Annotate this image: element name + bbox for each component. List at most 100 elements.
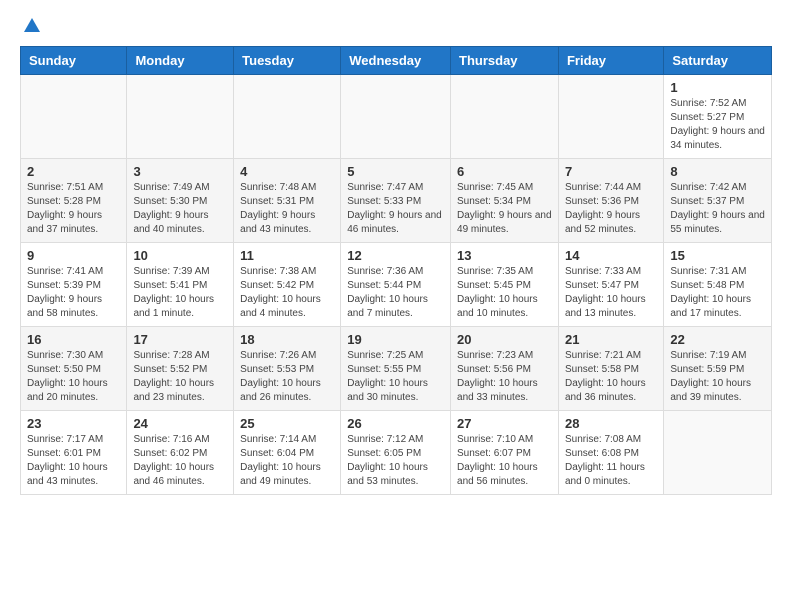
day-number: 11 [240, 248, 334, 263]
calendar-week-0: 1 Sunrise: 7:52 AM Sunset: 5:27 PM Daylig… [21, 75, 772, 159]
calendar-cell: 12 Sunrise: 7:36 AM Sunset: 5:44 PM Dayli… [341, 243, 451, 327]
day-info: Sunrise: 7:39 AM Sunset: 5:41 PM Dayligh… [133, 265, 227, 321]
calendar-cell: 5 Sunrise: 7:47 AM Sunset: 5:33 PM Daylig… [341, 159, 451, 243]
day-info: Sunrise: 7:35 AM Sunset: 5:45 PM Dayligh… [457, 265, 552, 321]
day-number: 22 [670, 332, 765, 347]
day-number: 4 [240, 164, 334, 179]
day-info: Sunrise: 7:25 AM Sunset: 5:55 PM Dayligh… [347, 349, 444, 405]
col-header-thursday: Thursday [451, 47, 559, 75]
day-number: 24 [133, 416, 227, 431]
col-header-tuesday: Tuesday [234, 47, 341, 75]
day-info: Sunrise: 7:52 AM Sunset: 5:27 PM Dayligh… [670, 97, 765, 153]
day-number: 18 [240, 332, 334, 347]
day-info: Sunrise: 7:49 AM Sunset: 5:30 PM Dayligh… [133, 181, 227, 237]
calendar-week-4: 23 Sunrise: 7:17 AM Sunset: 6:01 PM Dayli… [21, 411, 772, 495]
day-number: 9 [27, 248, 120, 263]
calendar-cell: 24 Sunrise: 7:16 AM Sunset: 6:02 PM Dayli… [127, 411, 234, 495]
day-number: 26 [347, 416, 444, 431]
calendar-cell [21, 75, 127, 159]
calendar-cell: 26 Sunrise: 7:12 AM Sunset: 6:05 PM Dayli… [341, 411, 451, 495]
calendar-cell: 27 Sunrise: 7:10 AM Sunset: 6:07 PM Dayli… [451, 411, 559, 495]
calendar-cell: 7 Sunrise: 7:44 AM Sunset: 5:36 PM Daylig… [558, 159, 663, 243]
calendar-cell [664, 411, 772, 495]
calendar-cell: 13 Sunrise: 7:35 AM Sunset: 5:45 PM Dayli… [451, 243, 559, 327]
day-number: 14 [565, 248, 657, 263]
day-info: Sunrise: 7:23 AM Sunset: 5:56 PM Dayligh… [457, 349, 552, 405]
calendar-cell: 11 Sunrise: 7:38 AM Sunset: 5:42 PM Dayli… [234, 243, 341, 327]
day-number: 28 [565, 416, 657, 431]
calendar-cell: 21 Sunrise: 7:21 AM Sunset: 5:58 PM Dayli… [558, 327, 663, 411]
day-info: Sunrise: 7:26 AM Sunset: 5:53 PM Dayligh… [240, 349, 334, 405]
day-info: Sunrise: 7:14 AM Sunset: 6:04 PM Dayligh… [240, 433, 334, 489]
day-info: Sunrise: 7:12 AM Sunset: 6:05 PM Dayligh… [347, 433, 444, 489]
day-info: Sunrise: 7:30 AM Sunset: 5:50 PM Dayligh… [27, 349, 120, 405]
calendar-header-row: SundayMondayTuesdayWednesdayThursdayFrid… [21, 47, 772, 75]
calendar-cell: 9 Sunrise: 7:41 AM Sunset: 5:39 PM Daylig… [21, 243, 127, 327]
day-number: 16 [27, 332, 120, 347]
day-number: 25 [240, 416, 334, 431]
logo [20, 18, 42, 36]
calendar-wrapper: SundayMondayTuesdayWednesdayThursdayFrid… [0, 46, 792, 505]
day-number: 10 [133, 248, 227, 263]
page-header [0, 0, 792, 46]
day-number: 7 [565, 164, 657, 179]
day-number: 12 [347, 248, 444, 263]
day-info: Sunrise: 7:17 AM Sunset: 6:01 PM Dayligh… [27, 433, 120, 489]
calendar-cell: 6Sunrise: 7:45 AM Sunset: 5:34 PM Daylig… [451, 159, 559, 243]
calendar-cell: 28 Sunrise: 7:08 AM Sunset: 6:08 PM Dayli… [558, 411, 663, 495]
col-header-sunday: Sunday [21, 47, 127, 75]
calendar-cell: 25 Sunrise: 7:14 AM Sunset: 6:04 PM Dayli… [234, 411, 341, 495]
day-info: Sunrise: 7:10 AM Sunset: 6:07 PM Dayligh… [457, 433, 552, 489]
calendar-cell: 8 Sunrise: 7:42 AM Sunset: 5:37 PM Daylig… [664, 159, 772, 243]
calendar-cell [234, 75, 341, 159]
day-info: Sunrise: 7:16 AM Sunset: 6:02 PM Dayligh… [133, 433, 227, 489]
day-info: Sunrise: 7:08 AM Sunset: 6:08 PM Dayligh… [565, 433, 657, 489]
calendar-cell: 3 Sunrise: 7:49 AM Sunset: 5:30 PM Daylig… [127, 159, 234, 243]
day-info: Sunrise: 7:36 AM Sunset: 5:44 PM Dayligh… [347, 265, 444, 321]
calendar-cell: 23 Sunrise: 7:17 AM Sunset: 6:01 PM Dayli… [21, 411, 127, 495]
calendar-cell: 22 Sunrise: 7:19 AM Sunset: 5:59 PM Dayli… [664, 327, 772, 411]
day-number: 2 [27, 164, 120, 179]
calendar-week-2: 9 Sunrise: 7:41 AM Sunset: 5:39 PM Daylig… [21, 243, 772, 327]
day-number: 3 [133, 164, 227, 179]
day-number: 1 [670, 80, 765, 95]
calendar-cell: 18 Sunrise: 7:26 AM Sunset: 5:53 PM Dayli… [234, 327, 341, 411]
calendar-cell: 16 Sunrise: 7:30 AM Sunset: 5:50 PM Dayli… [21, 327, 127, 411]
calendar-cell: 14Sunrise: 7:33 AM Sunset: 5:47 PM Dayli… [558, 243, 663, 327]
day-number: 20 [457, 332, 552, 347]
col-header-friday: Friday [558, 47, 663, 75]
day-number: 8 [670, 164, 765, 179]
day-number: 19 [347, 332, 444, 347]
col-header-saturday: Saturday [664, 47, 772, 75]
calendar-cell [558, 75, 663, 159]
day-number: 17 [133, 332, 227, 347]
day-number: 27 [457, 416, 552, 431]
calendar-cell: 1 Sunrise: 7:52 AM Sunset: 5:27 PM Daylig… [664, 75, 772, 159]
day-info: Sunrise: 7:42 AM Sunset: 5:37 PM Dayligh… [670, 181, 765, 237]
day-info: Sunrise: 7:21 AM Sunset: 5:58 PM Dayligh… [565, 349, 657, 405]
day-info: Sunrise: 7:31 AM Sunset: 5:48 PM Dayligh… [670, 265, 765, 321]
day-number: 13 [457, 248, 552, 263]
calendar-week-1: 2 Sunrise: 7:51 AM Sunset: 5:28 PM Daylig… [21, 159, 772, 243]
calendar-cell: 4 Sunrise: 7:48 AM Sunset: 5:31 PM Daylig… [234, 159, 341, 243]
day-number: 5 [347, 164, 444, 179]
day-info: Sunrise: 7:28 AM Sunset: 5:52 PM Dayligh… [133, 349, 227, 405]
day-number: 21 [565, 332, 657, 347]
day-info: Sunrise: 7:19 AM Sunset: 5:59 PM Dayligh… [670, 349, 765, 405]
calendar-cell [127, 75, 234, 159]
day-number: 23 [27, 416, 120, 431]
day-info: Sunrise: 7:47 AM Sunset: 5:33 PM Dayligh… [347, 181, 444, 237]
logo-icon [22, 16, 42, 36]
day-info: Sunrise: 7:38 AM Sunset: 5:42 PM Dayligh… [240, 265, 334, 321]
calendar-cell: 15 Sunrise: 7:31 AM Sunset: 5:48 PM Dayli… [664, 243, 772, 327]
day-info: Sunrise: 7:51 AM Sunset: 5:28 PM Dayligh… [27, 181, 120, 237]
day-info: Sunrise: 7:41 AM Sunset: 5:39 PM Dayligh… [27, 265, 120, 321]
calendar-week-3: 16 Sunrise: 7:30 AM Sunset: 5:50 PM Dayli… [21, 327, 772, 411]
day-info: Sunrise: 7:44 AM Sunset: 5:36 PM Dayligh… [565, 181, 657, 237]
col-header-monday: Monday [127, 47, 234, 75]
col-header-wednesday: Wednesday [341, 47, 451, 75]
day-info: Sunrise: 7:45 AM Sunset: 5:34 PM Dayligh… [457, 181, 552, 237]
day-info: Sunrise: 7:48 AM Sunset: 5:31 PM Dayligh… [240, 181, 334, 237]
day-number: 15 [670, 248, 765, 263]
calendar-cell: 10 Sunrise: 7:39 AM Sunset: 5:41 PM Dayli… [127, 243, 234, 327]
